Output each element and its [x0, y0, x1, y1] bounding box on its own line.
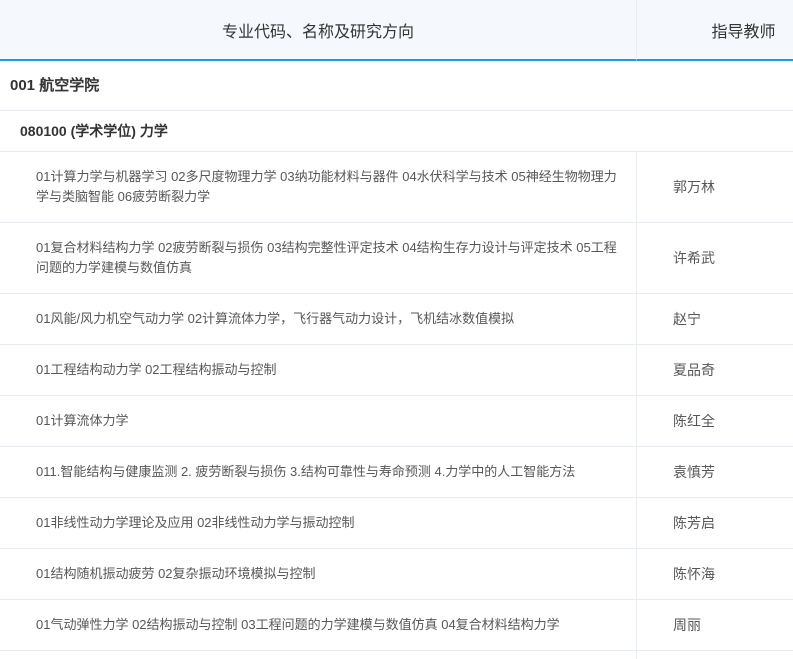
teacher-name-cell: 郭万林 [637, 152, 793, 223]
column-header-teacher: 指导教师 [637, 0, 793, 61]
college-heading: 001 航空学院 [0, 61, 793, 111]
major-section-row: 080100 (学术学位) 力学 [0, 111, 793, 152]
table-row: 01工程结构动力学 02工程结构振动与控制 夏品奇 [0, 345, 793, 396]
admissions-catalog-page: 专业代码、名称及研究方向 指导教师 001 航空学院 080100 (学术学位)… [0, 0, 793, 659]
research-directions-cell: 01非线性动力学理论及应用 02非线性动力学与振动控制 [0, 498, 637, 549]
teacher-name-cell: 袁慎芳 [637, 447, 793, 498]
table-row: 011.智能结构与健康监测 2. 疲劳断裂与损伤 3.结构可靠性与寿命预测 4.… [0, 447, 793, 498]
table-row-partial [0, 651, 793, 659]
teacher-name-cell [637, 651, 793, 659]
research-directions-cell [0, 651, 637, 659]
research-directions-cell: 01结构随机振动疲劳 02复杂振动环境模拟与控制 [0, 549, 637, 600]
teacher-name-cell: 夏品奇 [637, 345, 793, 396]
research-directions-cell: 01计算力学与机器学习 02多尺度物理力学 03纳功能材料与器件 04水伏科学与… [0, 152, 637, 223]
table-row: 01风能/风力机空气动力学 02计算流体力学，飞行器气动力设计，飞机结冰数值模拟… [0, 294, 793, 345]
teacher-name-cell: 陈红全 [637, 396, 793, 447]
teacher-name-cell: 许希武 [637, 223, 793, 294]
research-directions-cell: 01风能/风力机空气动力学 02计算流体力学，飞行器气动力设计，飞机结冰数值模拟 [0, 294, 637, 345]
table-header: 专业代码、名称及研究方向 指导教师 [0, 0, 793, 61]
table-row: 01计算力学与机器学习 02多尺度物理力学 03纳功能材料与器件 04水伏科学与… [0, 152, 793, 223]
teacher-name-cell: 陈芳启 [637, 498, 793, 549]
research-directions-cell: 011.智能结构与健康监测 2. 疲劳断裂与损伤 3.结构可靠性与寿命预测 4.… [0, 447, 637, 498]
table-row: 01结构随机振动疲劳 02复杂振动环境模拟与控制 陈怀海 [0, 549, 793, 600]
research-directions-cell: 01工程结构动力学 02工程结构振动与控制 [0, 345, 637, 396]
teacher-name-cell: 陈怀海 [637, 549, 793, 600]
college-section-row: 001 航空学院 [0, 61, 793, 111]
table-row: 01气动弹性力学 02结构振动与控制 03工程问题的力学建模与数值仿真 04复合… [0, 600, 793, 651]
header-row: 专业代码、名称及研究方向 指导教师 [0, 0, 793, 61]
teacher-name-cell: 赵宁 [637, 294, 793, 345]
table-row: 01计算流体力学 陈红全 [0, 396, 793, 447]
catalog-table: 专业代码、名称及研究方向 指导教师 001 航空学院 080100 (学术学位)… [0, 0, 793, 659]
major-heading: 080100 (学术学位) 力学 [0, 111, 793, 152]
table-row: 01非线性动力学理论及应用 02非线性动力学与振动控制 陈芳启 [0, 498, 793, 549]
research-directions-cell: 01计算流体力学 [0, 396, 637, 447]
teacher-name-cell: 周丽 [637, 600, 793, 651]
column-header-directions: 专业代码、名称及研究方向 [0, 0, 637, 61]
research-directions-cell: 01气动弹性力学 02结构振动与控制 03工程问题的力学建模与数值仿真 04复合… [0, 600, 637, 651]
research-directions-cell: 01复合材料结构力学 02疲劳断裂与损伤 03结构完整性评定技术 04结构生存力… [0, 223, 637, 294]
table-body: 001 航空学院 080100 (学术学位) 力学 01计算力学与机器学习 02… [0, 61, 793, 659]
table-row: 01复合材料结构力学 02疲劳断裂与损伤 03结构完整性评定技术 04结构生存力… [0, 223, 793, 294]
